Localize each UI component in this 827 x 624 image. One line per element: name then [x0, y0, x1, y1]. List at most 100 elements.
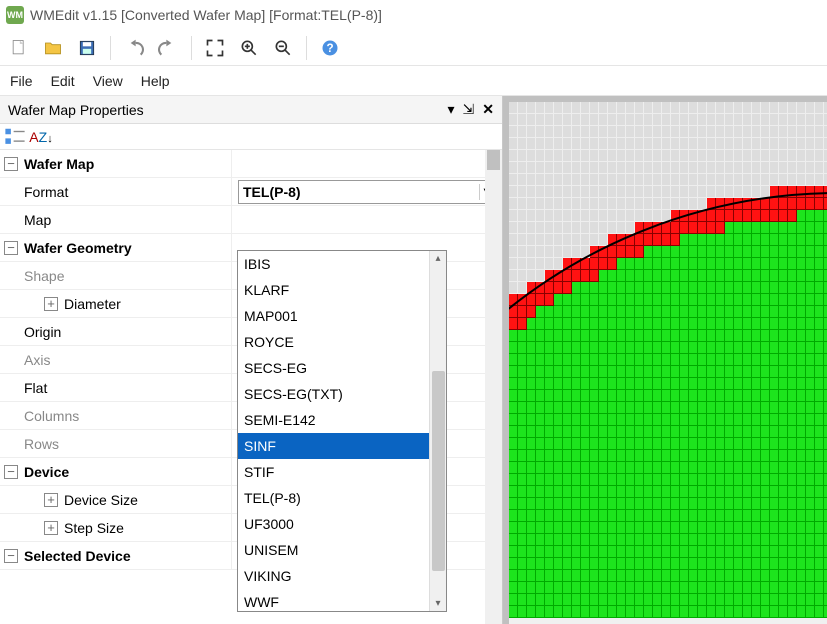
wafer-die[interactable]	[617, 138, 626, 150]
wafer-die[interactable]	[545, 246, 554, 258]
wafer-die[interactable]	[572, 162, 581, 174]
expand-icon[interactable]: +	[44, 297, 58, 311]
dropdown-item[interactable]: KLARF	[238, 277, 429, 303]
wafer-die[interactable]	[689, 102, 698, 114]
wafer-die[interactable]	[572, 234, 581, 246]
wafer-die[interactable]	[590, 114, 599, 126]
wafer-die[interactable]	[536, 162, 545, 174]
wafer-die[interactable]	[689, 174, 698, 186]
wafer-die[interactable]	[635, 162, 644, 174]
wafer-die[interactable]	[590, 102, 599, 114]
wafer-die[interactable]	[626, 210, 635, 222]
menu-file[interactable]: File	[10, 73, 33, 89]
wafer-die[interactable]	[509, 282, 518, 294]
wafer-die[interactable]	[617, 126, 626, 138]
wafer-die[interactable]	[653, 198, 662, 210]
wafer-die[interactable]	[734, 162, 743, 174]
wafer-die[interactable]	[545, 174, 554, 186]
wafer-die[interactable]	[599, 174, 608, 186]
wafer-die[interactable]	[752, 162, 761, 174]
wafer-die[interactable]	[518, 186, 527, 198]
wafer-die[interactable]	[626, 102, 635, 114]
wafer-die[interactable]	[653, 126, 662, 138]
wafer-die[interactable]	[554, 150, 563, 162]
wafer-die[interactable]	[725, 150, 734, 162]
wafer-die[interactable]	[599, 198, 608, 210]
wafer-die[interactable]	[563, 186, 572, 198]
collapse-icon[interactable]: −	[4, 549, 18, 563]
wafer-die[interactable]	[536, 126, 545, 138]
wafer-die[interactable]	[788, 126, 797, 138]
wafer-die[interactable]	[662, 162, 671, 174]
wafer-die[interactable]	[518, 270, 527, 282]
wafer-die[interactable]	[743, 138, 752, 150]
panel-scrollbar[interactable]: ▴	[485, 150, 502, 624]
wafer-die[interactable]	[752, 174, 761, 186]
wafer-die[interactable]	[536, 114, 545, 126]
wafer-die[interactable]	[536, 150, 545, 162]
wafer-die[interactable]	[716, 150, 725, 162]
wafer-die[interactable]	[509, 126, 518, 138]
wafer-die[interactable]	[779, 114, 788, 126]
wafer-die[interactable]	[608, 222, 617, 234]
wafer-die[interactable]	[779, 126, 788, 138]
wafer-die[interactable]	[626, 150, 635, 162]
wafer-die[interactable]	[572, 174, 581, 186]
wafer-die[interactable]	[527, 102, 536, 114]
wafer-die[interactable]	[617, 162, 626, 174]
wafer-die[interactable]	[707, 126, 716, 138]
wafer-die[interactable]	[743, 174, 752, 186]
wafer-die[interactable]	[536, 270, 545, 282]
wafer-die[interactable]	[680, 150, 689, 162]
wafer-die[interactable]	[554, 198, 563, 210]
wafer-die[interactable]	[518, 222, 527, 234]
wafer-die[interactable]	[779, 138, 788, 150]
wafer-die[interactable]	[761, 102, 770, 114]
wafer-die[interactable]	[527, 150, 536, 162]
dropdown-item[interactable]: STIF	[238, 459, 429, 485]
wafer-die[interactable]	[653, 174, 662, 186]
wafer-die[interactable]	[563, 246, 572, 258]
wafer-die[interactable]	[608, 162, 617, 174]
wafer-die[interactable]	[572, 186, 581, 198]
help-button[interactable]: ?	[317, 35, 343, 61]
wafer-die[interactable]	[536, 234, 545, 246]
wafer-die[interactable]	[518, 126, 527, 138]
wafer-die[interactable]	[635, 174, 644, 186]
wafer-die[interactable]	[581, 174, 590, 186]
wafer-die[interactable]	[527, 138, 536, 150]
wafer-die[interactable]	[716, 102, 725, 114]
wafer-die[interactable]	[617, 186, 626, 198]
wafer-die[interactable]	[653, 138, 662, 150]
wafer-die[interactable]	[590, 222, 599, 234]
wafer-die[interactable]	[734, 174, 743, 186]
wafer-die[interactable]	[698, 126, 707, 138]
wafer-die[interactable]	[635, 198, 644, 210]
wafer-die[interactable]	[653, 162, 662, 174]
wafer-die[interactable]	[635, 150, 644, 162]
wafer-die[interactable]	[545, 234, 554, 246]
wafer-die[interactable]	[761, 150, 770, 162]
wafer-die[interactable]	[770, 114, 779, 126]
wafer-die[interactable]	[581, 138, 590, 150]
wafer-die[interactable]	[599, 150, 608, 162]
wafer-die[interactable]	[635, 114, 644, 126]
wafer-die[interactable]	[653, 210, 662, 222]
wafer-die[interactable]	[707, 102, 716, 114]
wafer-die[interactable]	[545, 222, 554, 234]
wafer-die[interactable]	[626, 198, 635, 210]
wafer-die[interactable]	[653, 186, 662, 198]
dropdown-item[interactable]: SECS-EG	[238, 355, 429, 381]
wafer-die[interactable]	[680, 186, 689, 198]
wafer-die[interactable]	[563, 114, 572, 126]
wafer-die[interactable]	[599, 162, 608, 174]
wafer-die[interactable]	[734, 114, 743, 126]
wafer-die[interactable]	[509, 210, 518, 222]
wafer-die[interactable]	[653, 102, 662, 114]
dropdown-item[interactable]: VIKING	[238, 563, 429, 589]
wafer-die[interactable]	[617, 222, 626, 234]
wafer-die[interactable]	[509, 198, 518, 210]
wafer-die[interactable]	[527, 114, 536, 126]
wafer-die[interactable]	[797, 162, 806, 174]
wafer-die[interactable]	[518, 210, 527, 222]
